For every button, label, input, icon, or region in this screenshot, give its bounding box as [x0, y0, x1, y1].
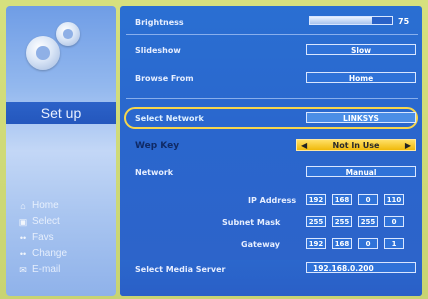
settings-panel: Brightness 75 Slideshow Slow Browse From… [120, 6, 422, 296]
subnet-octet-1[interactable]: 255 [306, 216, 326, 227]
email-icon: ✉ [19, 265, 27, 275]
ip-address-label: IP Address [248, 196, 297, 205]
menu-item-select-label: Select [32, 216, 60, 227]
gateway-octet-1[interactable]: 192 [306, 238, 326, 249]
menu-item-email[interactable]: ✉ E-mail [18, 262, 112, 278]
brightness-label: Brightness [135, 18, 184, 27]
select-icon: ▣ [18, 217, 28, 227]
ip-octet-3[interactable]: 0 [358, 194, 378, 205]
left-panel: Set up ⌂ Home ▣ Select •• Favs •• Change… [6, 6, 116, 296]
side-menu: ⌂ Home ▣ Select •• Favs •• Change ✉ E-ma… [18, 198, 112, 278]
gateway-label: Gateway [241, 240, 280, 249]
subnet-octet-4[interactable]: 0 [384, 216, 404, 227]
menu-item-home[interactable]: ⌂ Home [18, 198, 112, 214]
divider [126, 98, 418, 99]
divider [126, 34, 418, 35]
menu-item-select[interactable]: ▣ Select [18, 214, 112, 230]
wep-key-selector[interactable]: ◀ Not In Use ▶ [296, 139, 416, 151]
menu-item-change-label: Change [32, 248, 68, 259]
gateway-octet-2[interactable]: 168 [332, 238, 352, 249]
brightness-value: 75 [398, 17, 410, 26]
small-gear-icon [56, 22, 80, 46]
slideshow-label: Slideshow [135, 46, 181, 55]
browse-from-select[interactable]: Home [306, 72, 416, 83]
menu-item-email-label: E-mail [32, 264, 61, 275]
slideshow-select[interactable]: Slow [306, 44, 416, 55]
brightness-slider[interactable] [309, 16, 393, 25]
select-network-label: Select Network [135, 114, 204, 123]
change-icon: •• [19, 249, 27, 259]
home-icon: ⌂ [20, 201, 26, 211]
large-gear-icon [26, 36, 60, 70]
ip-octet-1[interactable]: 192 [306, 194, 326, 205]
ip-octet-4[interactable]: 110 [384, 194, 404, 205]
select-network-field[interactable]: LINKSYS [306, 112, 416, 123]
ip-octet-2[interactable]: 168 [332, 194, 352, 205]
section-title: Set up [40, 105, 82, 121]
left-arrow-icon[interactable]: ◀ [301, 140, 307, 152]
subnet-octet-2[interactable]: 255 [332, 216, 352, 227]
media-server-label: Select Media Server [135, 265, 226, 274]
subnet-octet-3[interactable]: 255 [358, 216, 378, 227]
menu-item-home-label: Home [32, 200, 59, 211]
settings-gears-icon [22, 20, 102, 75]
menu-item-favs-label: Favs [32, 232, 54, 243]
fav-icon: •• [19, 233, 27, 243]
menu-item-change[interactable]: •• Change [18, 246, 112, 262]
wep-key-value: Not In Use [332, 141, 380, 150]
wep-key-label: Wep Key [135, 141, 180, 151]
menu-item-favs[interactable]: •• Favs [18, 230, 112, 246]
media-server-field[interactable]: 192.168.0.200 [306, 262, 416, 273]
network-label: Network [135, 168, 174, 177]
gateway-octet-3[interactable]: 0 [358, 238, 378, 249]
frame: Set up ⌂ Home ▣ Select •• Favs •• Change… [0, 0, 428, 299]
subnet-mask-label: Subnet Mask [222, 218, 281, 227]
network-select[interactable]: Manual [306, 166, 416, 177]
brightness-slider-fill [310, 17, 372, 24]
right-arrow-icon[interactable]: ▶ [405, 140, 411, 152]
browse-from-label: Browse From [135, 74, 194, 83]
gateway-octet-4[interactable]: 1 [384, 238, 404, 249]
